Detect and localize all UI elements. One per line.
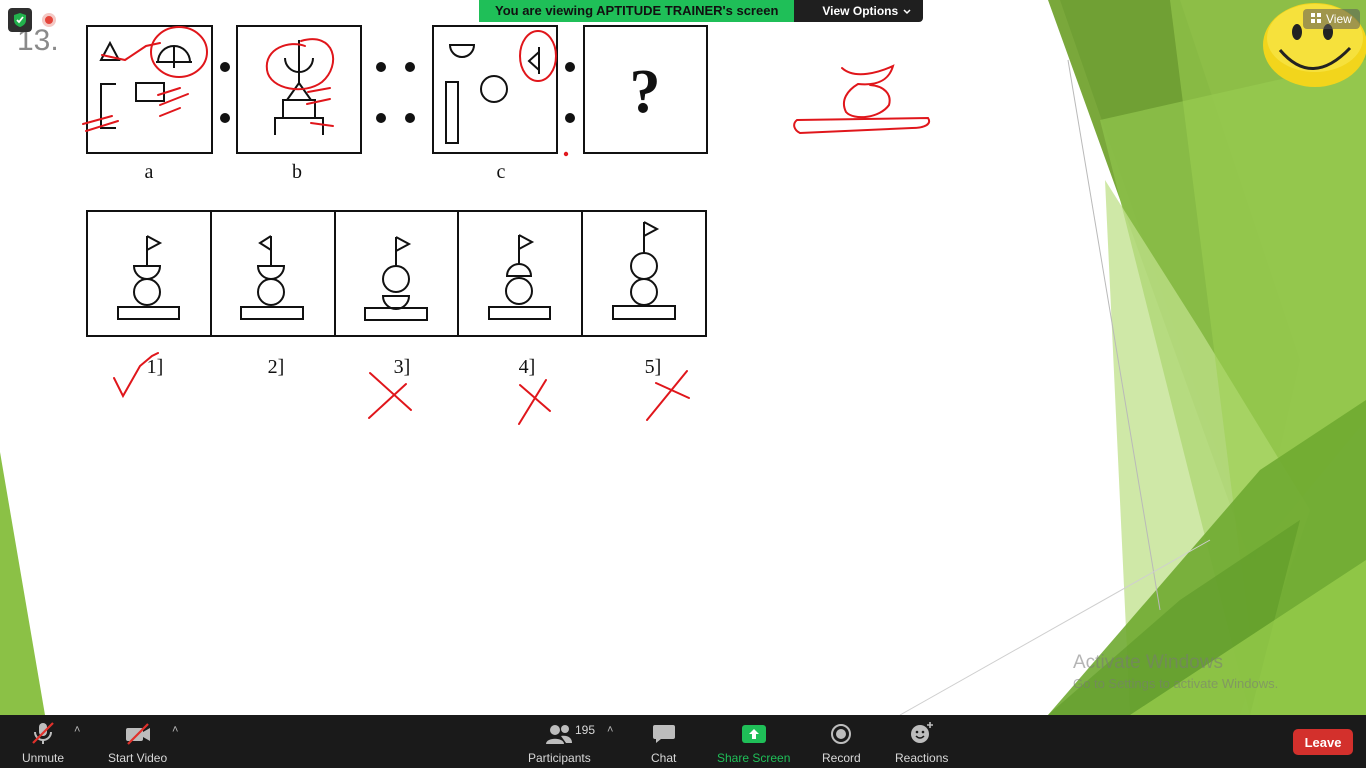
participants-count: 195	[575, 723, 596, 737]
watermark-subtitle: Go to Settings to activate Windows.	[1073, 676, 1279, 691]
figure-box-c	[432, 25, 558, 154]
chevron-down-icon	[903, 0, 911, 22]
chevron-up-icon[interactable]: ˄	[172, 724, 178, 736]
reactions-label: Reactions	[895, 751, 949, 765]
option-figure-2	[240, 235, 304, 320]
record-label: Record	[822, 751, 861, 765]
chat-label: Chat	[651, 751, 677, 765]
video-off-icon	[124, 721, 152, 745]
share-screen-icon	[741, 721, 767, 745]
meeting-toolbar: Unmute ˄ Start Video ˄ Participants 195 …	[0, 715, 1366, 768]
meeting-status-icons	[8, 8, 56, 32]
box-label-b: b	[292, 161, 302, 183]
option-label-4: 4]	[519, 356, 536, 378]
unmute-label: Unmute	[22, 751, 65, 765]
box-label-c: c	[497, 161, 506, 183]
leave-button[interactable]: Leave	[1293, 729, 1353, 755]
option-label-2: 2]	[268, 356, 285, 378]
question-mark: ?	[630, 58, 661, 126]
question-figure: ? a b c 1] 2] 3] 4] 5]	[82, 25, 931, 425]
option-label-5: 5]	[645, 356, 662, 378]
answer-options	[86, 210, 707, 337]
view-button[interactable]: View	[1303, 9, 1360, 29]
ratio-dots	[220, 62, 575, 123]
box-label-a: a	[145, 161, 154, 183]
share-banner: You are viewing APTITUDE TRAINER's scree…	[479, 0, 924, 22]
unmute-button[interactable]: Unmute	[22, 721, 64, 765]
chevron-up-icon[interactable]: ˄	[74, 724, 80, 736]
start-video-button[interactable]: Start Video	[108, 721, 167, 765]
recording-icon	[42, 13, 56, 27]
view-button-label: View	[1326, 12, 1352, 26]
option-figure-1	[117, 235, 180, 320]
participants-label: Participants	[528, 751, 591, 765]
chat-button[interactable]: Chat	[651, 721, 676, 765]
option-label-3: 3]	[394, 356, 411, 378]
view-options-button[interactable]: View Options	[794, 0, 924, 22]
record-button[interactable]: Record	[822, 721, 861, 765]
microphone-muted-icon	[30, 721, 56, 745]
shield-check-icon[interactable]	[8, 8, 32, 32]
chat-icon	[652, 721, 676, 745]
chevron-up-icon[interactable]: ˄	[607, 724, 613, 736]
shared-screen: 13. ? a b c 1] 2] 3] 4] 5] You are viewi…	[0, 0, 1366, 715]
viewing-screen-text: You are viewing APTITUDE TRAINER's scree…	[479, 0, 795, 22]
participants-icon	[544, 721, 574, 745]
option-figure-4	[488, 234, 551, 320]
start-video-label: Start Video	[108, 751, 168, 765]
record-icon	[829, 721, 853, 745]
option-figure-3	[364, 236, 428, 321]
share-screen-button[interactable]: Share Screen	[717, 721, 790, 765]
share-screen-label: Share Screen	[717, 751, 791, 765]
activation-watermark: Activate Windows Go to Settings to activ…	[1073, 652, 1278, 691]
view-grid-icon	[1311, 12, 1321, 26]
reactions-icon	[909, 721, 935, 745]
view-options-label: View Options	[822, 4, 899, 18]
watermark-title: Activate Windows	[1073, 652, 1223, 673]
option-figure-5	[612, 221, 676, 320]
reactions-button[interactable]: Reactions	[895, 721, 948, 765]
